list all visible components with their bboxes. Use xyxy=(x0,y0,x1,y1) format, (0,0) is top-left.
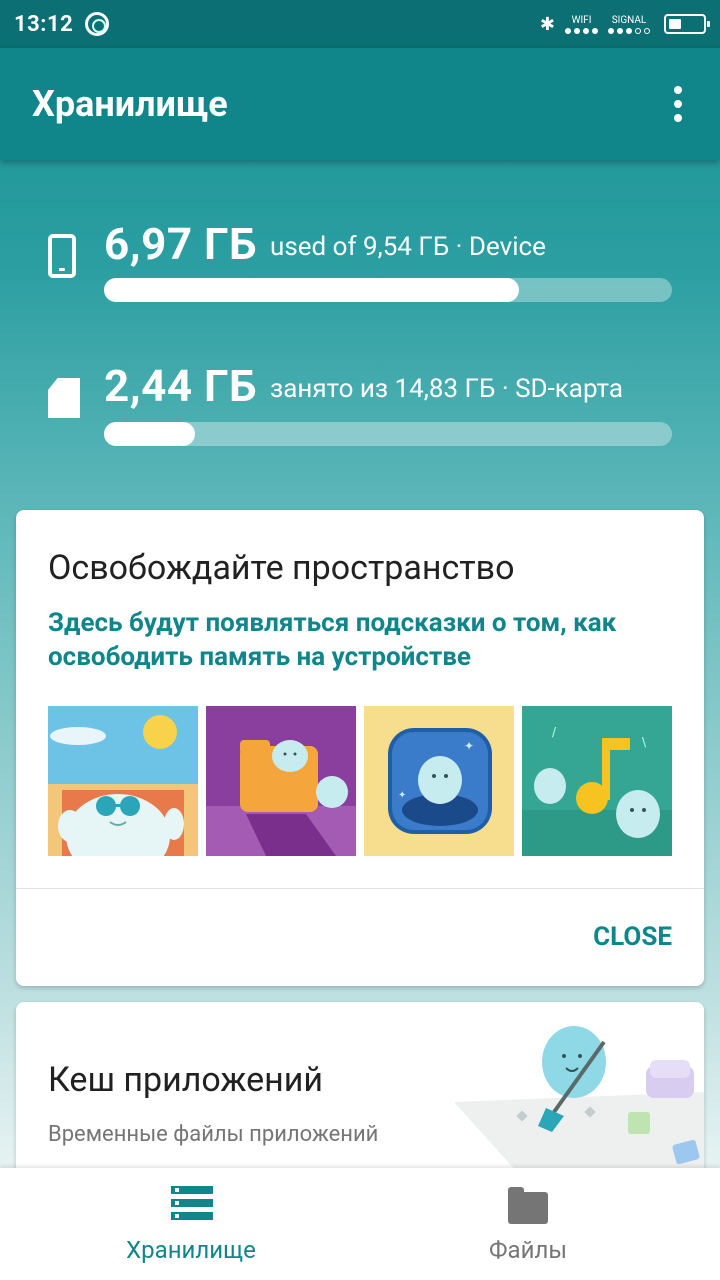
storage-list-icon xyxy=(171,1186,213,1220)
more-options-icon[interactable] xyxy=(668,76,688,132)
cache-card-heading: Кеш приложений xyxy=(48,1060,324,1100)
svg-text:✦: ✦ xyxy=(398,790,406,801)
wifi-label: WIFI xyxy=(571,14,592,26)
tips-card-heading: Освобождайте пространство xyxy=(48,548,515,588)
card-divider xyxy=(16,888,704,889)
battery-icon xyxy=(664,14,710,34)
bottom-navigation: Хранилище Файлы xyxy=(0,1168,720,1280)
app-icon-illustration: ✦ ✦ xyxy=(364,706,514,856)
tips-card-subtitle: Здесь будут появляться подсказки о том, … xyxy=(48,608,617,672)
sd-storage-amount: 2,44 ГБ xyxy=(104,360,258,412)
app-bar: Хранилище xyxy=(0,48,720,160)
signal-indicator: SIGNAL xyxy=(608,15,650,34)
device-storage-amount: 6,97 ГБ xyxy=(104,218,258,270)
folder-icon xyxy=(508,1187,548,1224)
wifi-indicator: WIFI xyxy=(565,15,598,34)
signal-label: SIGNAL xyxy=(611,14,647,26)
phone-icon xyxy=(48,234,76,278)
music-illustration: / \ xyxy=(522,706,672,856)
status-bar: 13:12 ✱ WIFI SIGNAL xyxy=(0,0,720,48)
device-storage-bar xyxy=(104,278,672,302)
beach-illustration xyxy=(48,706,198,856)
device-storage-bar-fill xyxy=(104,278,519,302)
bluetooth-icon: ✱ xyxy=(539,13,555,35)
device-storage-description: used of 9,54 ГБ · Device xyxy=(270,232,546,262)
page-title: Хранилище xyxy=(32,83,228,125)
nav-files-tab[interactable]: Файлы xyxy=(348,1168,708,1280)
sd-card-icon xyxy=(48,378,80,418)
sd-storage-description: занято из 14,83 ГБ · SD-карта xyxy=(270,374,623,404)
free-space-tips-card: Освобождайте пространство Здесь будут по… xyxy=(16,510,704,986)
close-button[interactable]: CLOSE xyxy=(593,922,672,952)
sd-storage-bar-fill xyxy=(104,422,195,446)
nav-files-label: Файлы xyxy=(489,1236,567,1264)
folder-illustration xyxy=(206,706,356,856)
sd-storage[interactable]: 2,44 ГБ занято из 14,83 ГБ · SD-карта xyxy=(0,360,720,470)
nav-storage-label: Хранилище xyxy=(126,1236,256,1264)
device-storage[interactable]: 6,97 ГБ used of 9,54 ГБ · Device xyxy=(0,218,720,328)
cache-card-subtitle: Временные файлы приложений xyxy=(48,1122,379,1147)
svg-text:✦: ✦ xyxy=(464,739,474,753)
status-time: 13:12 xyxy=(14,11,74,37)
nav-storage-tab[interactable]: Хранилище xyxy=(11,1168,371,1280)
sd-storage-bar xyxy=(104,422,672,446)
app-notification-icon xyxy=(85,12,110,36)
